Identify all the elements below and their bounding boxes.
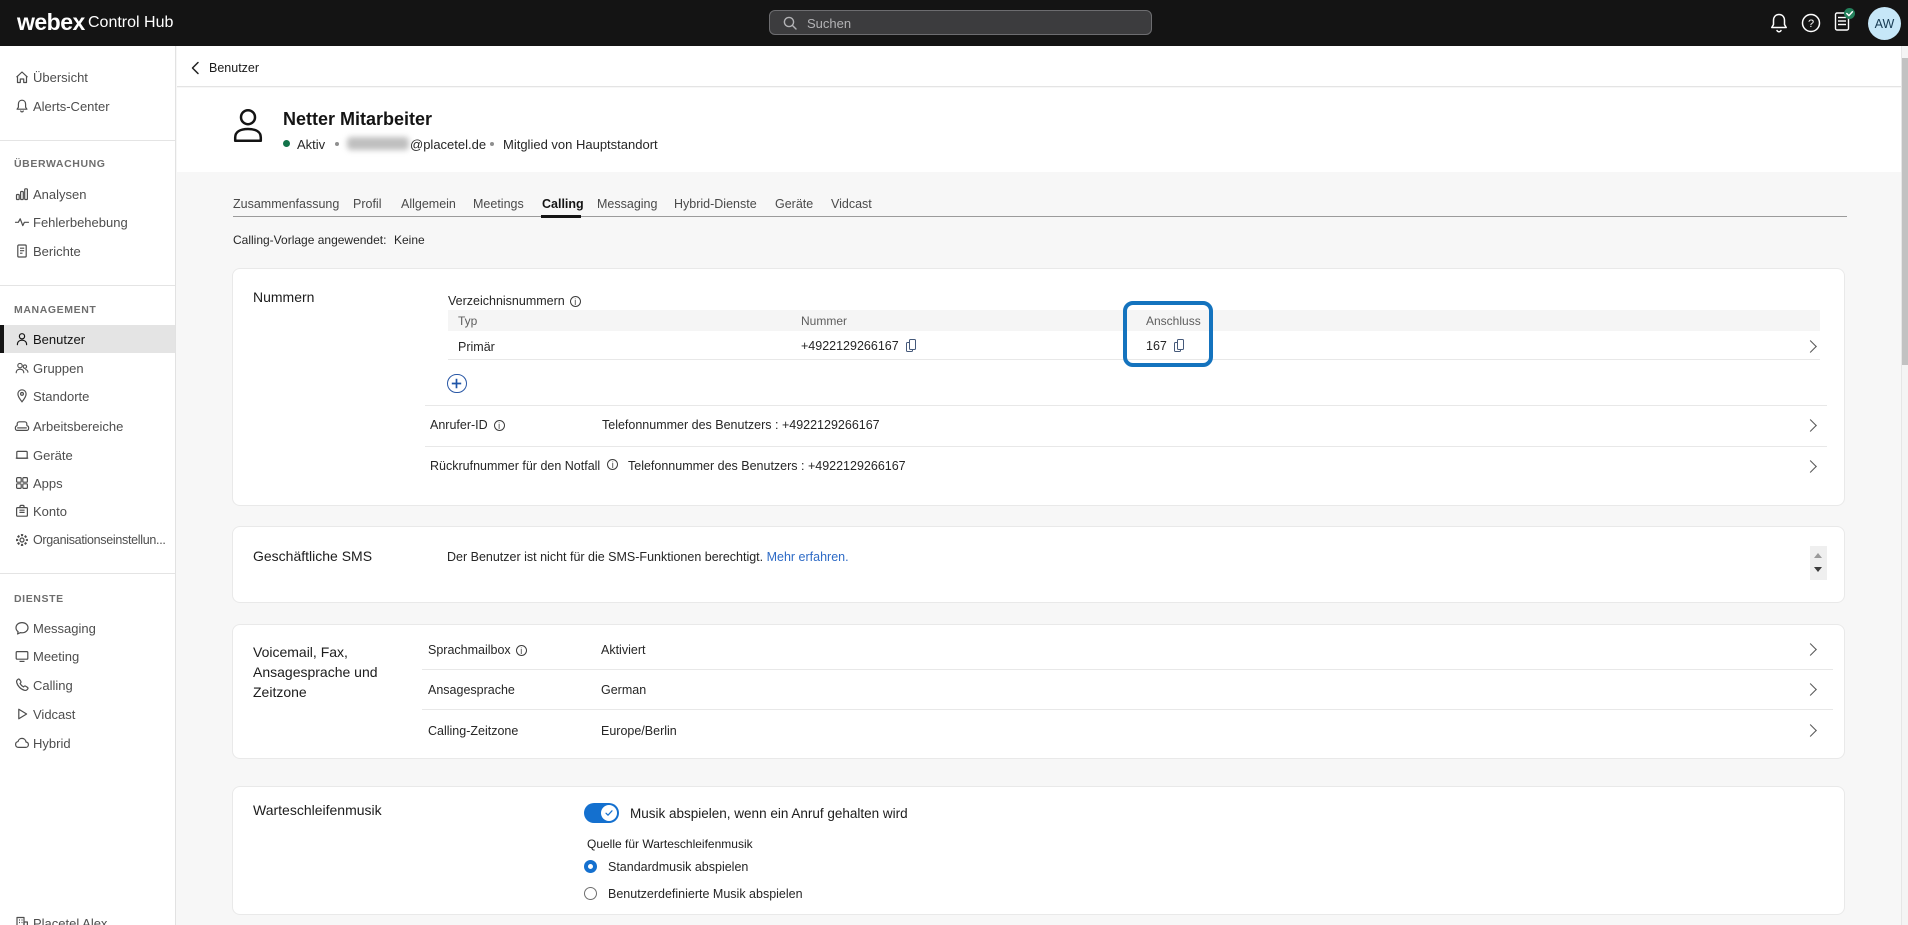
svg-text:?: ? xyxy=(1808,18,1814,30)
